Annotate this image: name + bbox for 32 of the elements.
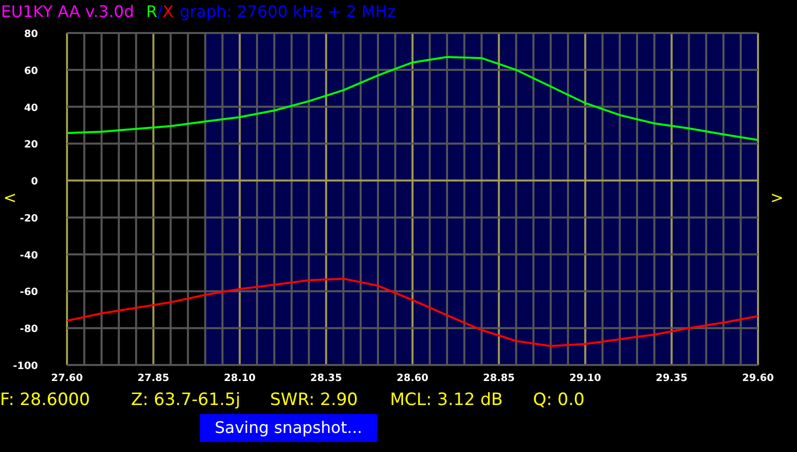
next-button[interactable]: > [770, 188, 784, 207]
axis-tick-label: 20 [24, 140, 38, 151]
axis-tick-label: 28.10 [224, 373, 256, 384]
legend-separator: / [157, 1, 163, 23]
axis-tick-label: -40 [20, 250, 38, 262]
axis-tick-label: 28.85 [483, 373, 515, 384]
q-readout: Q: 0.0 [533, 389, 585, 411]
axis-tick-label: -20 [20, 213, 38, 224]
axis-tick-label: 28.35 [310, 373, 342, 384]
legend-label: R [146, 1, 158, 23]
axis-tick-label: 29.10 [569, 373, 602, 384]
axis-tick-label: 40 [24, 102, 38, 114]
axis-tick-label: 0 [31, 176, 38, 188]
axis-tick-label: 80 [24, 29, 38, 40]
mcl-readout: MCL: 3.12 dB [390, 389, 504, 411]
legend-label: X [162, 1, 174, 23]
status-toast: Saving snapshot... [200, 414, 377, 442]
axis-tick-label: 29.35 [656, 373, 688, 384]
axis-tick-label: 27.85 [138, 373, 170, 384]
graph-info: graph: 27600 kHz + 2 MHz [180, 1, 396, 23]
axis-tick-label: -80 [20, 324, 38, 336]
axis-tick-label: -60 [20, 287, 38, 298]
previous-button[interactable]: < [3, 188, 17, 207]
axis-tick-label: 29.60 [742, 373, 774, 384]
axis-tick-label: 27.60 [51, 373, 83, 384]
axis-tick-label: 60 [24, 66, 38, 77]
swr-readout: SWR: 2.90 [270, 389, 359, 411]
impedance-readout: Z: 63.7-61.5j [131, 389, 242, 411]
axis-tick-label: -100 [12, 361, 38, 372]
frequency-readout: F: 28.6000 [0, 389, 91, 411]
app-title: EU1KY AA v.3.0d [1, 1, 134, 23]
axis-tick-label: 28.60 [396, 373, 428, 384]
